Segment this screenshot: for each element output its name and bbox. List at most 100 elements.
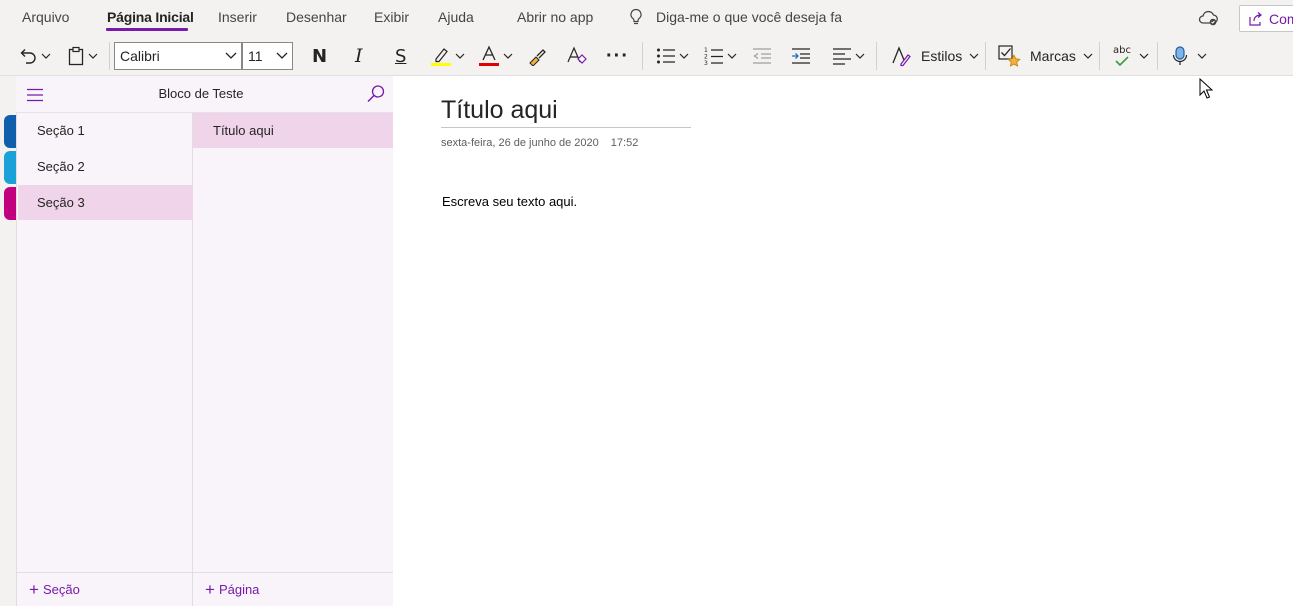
tag-star-icon — [998, 45, 1021, 67]
add-page-button[interactable]: + Página — [193, 572, 393, 606]
plus-icon: + — [205, 580, 215, 599]
clear-formatting-icon — [567, 46, 587, 64]
bold-button[interactable]: N — [312, 36, 327, 76]
chevron-down-icon[interactable] — [1197, 53, 1207, 59]
chevron-down-icon — [225, 52, 237, 59]
bold-label: N — [312, 45, 328, 67]
tab-desenhar[interactable]: Desenhar — [286, 9, 347, 25]
chevron-down-icon[interactable] — [41, 53, 51, 59]
numbering-button[interactable]: 1 2 3 — [704, 36, 737, 76]
bullets-button[interactable] — [656, 36, 689, 76]
chevron-down-icon — [276, 52, 288, 59]
ribbon-toolbar: Calibri 11 N I S ··· 1 2 3 Estilos Marca… — [0, 36, 1293, 76]
highlighter-icon — [431, 48, 451, 66]
notebook-title[interactable]: Bloco de Teste — [16, 86, 386, 101]
clear-formatting-button[interactable] — [565, 36, 587, 76]
page-body-text[interactable]: Escreva seu texto aqui. — [442, 194, 577, 209]
italic-label: I — [355, 45, 363, 67]
chevron-down-icon[interactable] — [1083, 53, 1093, 59]
section-label: Seção 1 — [37, 123, 85, 138]
spelling-button[interactable]: abc — [1112, 36, 1149, 76]
chevron-down-icon[interactable] — [455, 53, 465, 59]
ribbon-divider — [876, 42, 877, 70]
page-item-selected[interactable]: Título aqui — [193, 112, 393, 148]
section-item-selected[interactable]: Seção 3 — [18, 185, 193, 220]
chevron-down-icon[interactable] — [679, 53, 689, 59]
dictate-button[interactable] — [1172, 36, 1207, 76]
clipboard-icon — [68, 46, 84, 66]
font-color-icon — [479, 45, 499, 66]
tell-me-placeholder: Diga-me o que você deseja fa — [656, 9, 842, 25]
tab-ajuda[interactable]: Ajuda — [438, 9, 474, 25]
undo-icon — [20, 49, 36, 64]
tags-label: Marcas — [1030, 48, 1076, 64]
italic-button[interactable]: I — [355, 36, 363, 76]
tab-pagina-inicial[interactable]: Página Inicial — [107, 9, 194, 25]
notebook-color-strip — [0, 76, 16, 606]
align-button[interactable] — [832, 36, 865, 76]
styles-button[interactable]: Estilos — [890, 36, 979, 76]
share-button[interactable]: Com — [1239, 5, 1293, 32]
chevron-down-icon[interactable] — [503, 53, 513, 59]
ribbon-divider — [1099, 42, 1100, 70]
tab-exibir[interactable]: Exibir — [374, 9, 409, 25]
chevron-down-icon[interactable] — [969, 53, 979, 59]
notebook-header: Bloco de Teste — [16, 76, 393, 113]
more-label: ··· — [606, 44, 629, 67]
tags-button[interactable]: Marcas — [997, 36, 1093, 76]
more-options-button[interactable]: ··· — [606, 36, 629, 76]
underline-button[interactable]: S — [395, 36, 406, 76]
highlight-button[interactable] — [430, 36, 465, 76]
section-item[interactable]: Seção 1 — [18, 113, 193, 148]
ribbon-divider — [1157, 42, 1158, 70]
ribbon-divider — [985, 42, 986, 70]
sections-panel: Seção 1 Seção 2 Seção 3 — [16, 76, 193, 606]
tell-me-box[interactable]: Diga-me o que você deseja fa — [628, 8, 842, 26]
chevron-down-icon[interactable] — [1139, 53, 1149, 59]
share-icon — [1249, 11, 1262, 26]
font-color-button[interactable] — [478, 36, 513, 76]
undo-button[interactable] — [18, 36, 51, 76]
active-tab-indicator — [106, 28, 188, 31]
search-icon[interactable] — [366, 84, 386, 104]
chevron-down-icon[interactable] — [727, 53, 737, 59]
microphone-icon — [1172, 46, 1188, 65]
add-section-label: Seção — [42, 582, 80, 597]
cloud-sync-icon[interactable] — [1198, 9, 1220, 27]
page-canvas[interactable]: Título aqui sexta-feira, 26 de junho de … — [393, 76, 1293, 606]
section-color-tab — [4, 115, 16, 148]
share-label: Com — [1269, 10, 1293, 27]
format-painter-icon — [529, 49, 546, 66]
underline-label: S — [395, 45, 407, 67]
font-name-value: Calibri — [120, 48, 160, 64]
styles-icon — [892, 46, 911, 67]
increase-indent-icon — [792, 48, 810, 64]
mouse-cursor-icon — [1199, 78, 1213, 99]
font-size-select[interactable]: 11 — [242, 42, 293, 70]
page-date: sexta-feira, 26 de junho de 2020 — [441, 137, 599, 149]
align-icon — [833, 48, 851, 65]
font-name-select[interactable]: Calibri — [114, 42, 242, 70]
bullet-list-icon — [657, 48, 675, 64]
decrease-indent-button[interactable] — [752, 36, 772, 76]
ribbon-divider — [109, 42, 110, 70]
open-in-app-button[interactable]: Abrir no app — [517, 9, 593, 25]
format-painter-button[interactable] — [527, 36, 547, 76]
spelling-icon: abc — [1112, 45, 1132, 67]
page-label: Título aqui — [213, 122, 274, 138]
tab-inserir[interactable]: Inserir — [218, 9, 257, 25]
section-item[interactable]: Seção 2 — [18, 149, 193, 184]
section-color-tab — [4, 151, 16, 184]
add-page-label: Página — [218, 582, 260, 597]
lightbulb-icon — [630, 8, 642, 25]
page-title[interactable]: Título aqui — [441, 96, 691, 128]
chevron-down-icon[interactable] — [88, 53, 98, 59]
decrease-indent-icon — [753, 48, 771, 64]
styles-label: Estilos — [921, 48, 963, 64]
increase-indent-button[interactable] — [791, 36, 811, 76]
tab-arquivo[interactable]: Arquivo — [22, 9, 69, 25]
paste-button[interactable] — [67, 36, 98, 76]
add-section-button[interactable]: + Seção — [17, 572, 192, 606]
section-label: Seção 3 — [37, 195, 85, 210]
chevron-down-icon[interactable] — [855, 53, 865, 59]
